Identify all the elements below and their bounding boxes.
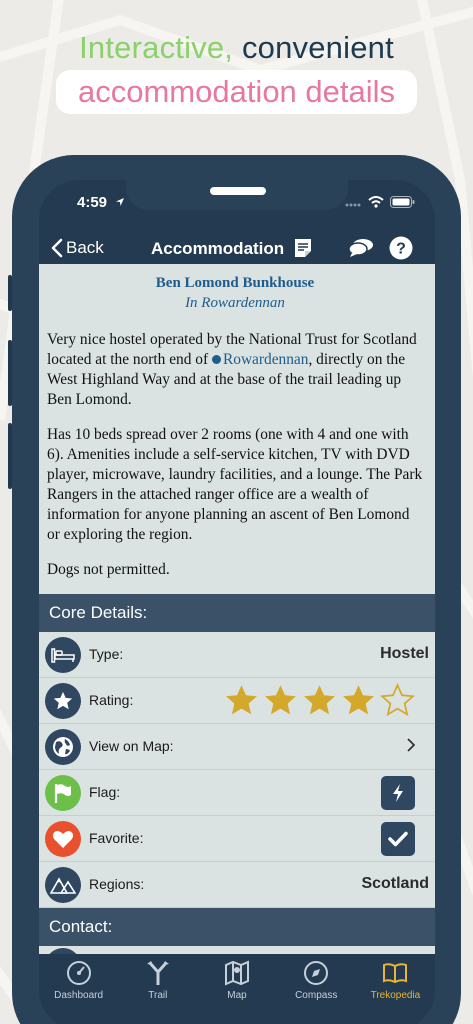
help-icon: ? (389, 236, 413, 260)
type-row: Type: Hostel (39, 632, 435, 678)
status-bar: 4:59 (39, 194, 435, 214)
article-paragraph: Has 10 beds spread over 2 rooms (one wit… (47, 426, 423, 543)
article-paragraph: Very nice hostel operated by the Nationa… (47, 330, 423, 410)
help-button[interactable]: ? (387, 234, 415, 262)
contact-row (39, 946, 435, 954)
content-scroll[interactable]: Ben Lomond Bunkhouse In Rowardennan Very… (39, 264, 435, 954)
tab-map[interactable]: Map (197, 954, 276, 1024)
tab-label: Map (227, 990, 247, 1001)
tab-label: Compass (295, 990, 338, 1001)
phone-frame: 4:59 Back Accommodation ? Ben Lomond Bun… (8, 155, 461, 1024)
view-on-map-label: View on Map: (89, 738, 174, 754)
tab-label: Trail (148, 990, 168, 1001)
phone-volume-down (8, 423, 12, 489)
rating-row: Rating: (39, 678, 435, 724)
favorite-label: Favorite: (89, 830, 144, 846)
headline: Interactive, convenient accommodation de… (0, 28, 473, 114)
tab-compass[interactable]: Compass (277, 954, 356, 1024)
tab-label: Trekopedia (370, 990, 421, 1001)
contact-header: Contact: (39, 908, 435, 946)
type-value: Hostel (380, 645, 429, 662)
rating-label: Rating: (89, 692, 134, 708)
chat-button[interactable] (347, 234, 375, 262)
wifi-icon (368, 196, 384, 208)
flag-row: Flag: (39, 770, 435, 816)
headline-accent: Interactive, (79, 30, 234, 65)
book-icon (383, 963, 408, 984)
heart-icon (45, 821, 81, 857)
chevron-left-icon (51, 238, 63, 258)
core-details-header: Core Details: (39, 594, 435, 632)
rating-stars (224, 683, 415, 718)
status-time: 4:59 (77, 194, 108, 211)
star-filled-icon (304, 685, 335, 715)
star-filled-icon (226, 685, 257, 715)
location-dot-icon (211, 355, 221, 364)
nav-bar: Back Accommodation ? (39, 232, 435, 268)
compass-icon (304, 961, 329, 985)
tab-dashboard[interactable]: Dashboard (39, 954, 118, 1024)
phone-screen: 4:59 Back Accommodation ? Ben Lomond Bun… (39, 180, 435, 1024)
chevron-right-icon (407, 736, 416, 757)
article: Ben Lomond Bunkhouse In Rowardennan Very… (39, 264, 435, 580)
nav-title: Accommodation (151, 239, 285, 258)
tab-bar: Dashboard Trail Map Compass Trekopedia (39, 954, 435, 1024)
tab-trail[interactable]: Trail (118, 954, 197, 1024)
regions-label: Regions: (89, 876, 145, 892)
phone-side-button (8, 275, 12, 311)
article-title: Ben Lomond Bunkhouse (155, 275, 315, 291)
article-paragraph: Dogs not permitted. (47, 561, 170, 578)
headline-line2-pill: accommodation details (55, 70, 418, 114)
trail-icon (146, 961, 169, 985)
back-button[interactable]: Back (51, 238, 104, 258)
flag-icon (45, 775, 81, 811)
location-arrow-icon (116, 198, 124, 206)
headline-rest: convenient (241, 30, 394, 65)
tab-trekopedia[interactable]: Trekopedia (356, 954, 435, 1024)
headline-line1: Interactive, convenient (0, 28, 473, 68)
regions-row: Regions: Scotland (39, 862, 435, 908)
star-empty-icon (380, 683, 415, 717)
notes-button[interactable] (289, 234, 317, 262)
star-filled-icon (265, 685, 296, 715)
chat-icon (348, 239, 373, 257)
article-subtitle: In Rowardennan (185, 295, 285, 311)
tab-label: Dashboard (54, 990, 104, 1001)
view-on-map-row[interactable]: View on Map: (39, 724, 435, 770)
link-text: Rowardennan (222, 351, 309, 368)
map-icon (225, 960, 249, 986)
checkmark-icon (388, 831, 408, 847)
phone-volume-up (8, 340, 12, 406)
favorite-checkbox[interactable] (381, 822, 415, 856)
star-filled-icon (343, 685, 374, 715)
type-label: Type: (89, 646, 124, 662)
flag-toggle-button[interactable] (381, 776, 415, 810)
battery-icon (390, 196, 415, 208)
lightning-icon (393, 784, 403, 802)
status-icons (344, 196, 415, 208)
favorite-row: Favorite: (39, 816, 435, 862)
regions-value: Scotland (361, 875, 429, 892)
dashboard-icon (66, 961, 91, 985)
flag-label: Flag: (89, 784, 121, 800)
bed-icon (45, 637, 81, 673)
back-label: Back (66, 238, 104, 257)
headline-line2: accommodation details (77, 74, 396, 109)
star-badge-icon (45, 683, 81, 719)
globe-icon (45, 729, 81, 765)
svg-text:?: ? (396, 241, 406, 258)
mountains-icon (45, 867, 81, 903)
notes-icon (295, 239, 311, 257)
signal-icon (345, 203, 361, 207)
rowardennan-link[interactable]: Rowardennan (211, 351, 309, 368)
